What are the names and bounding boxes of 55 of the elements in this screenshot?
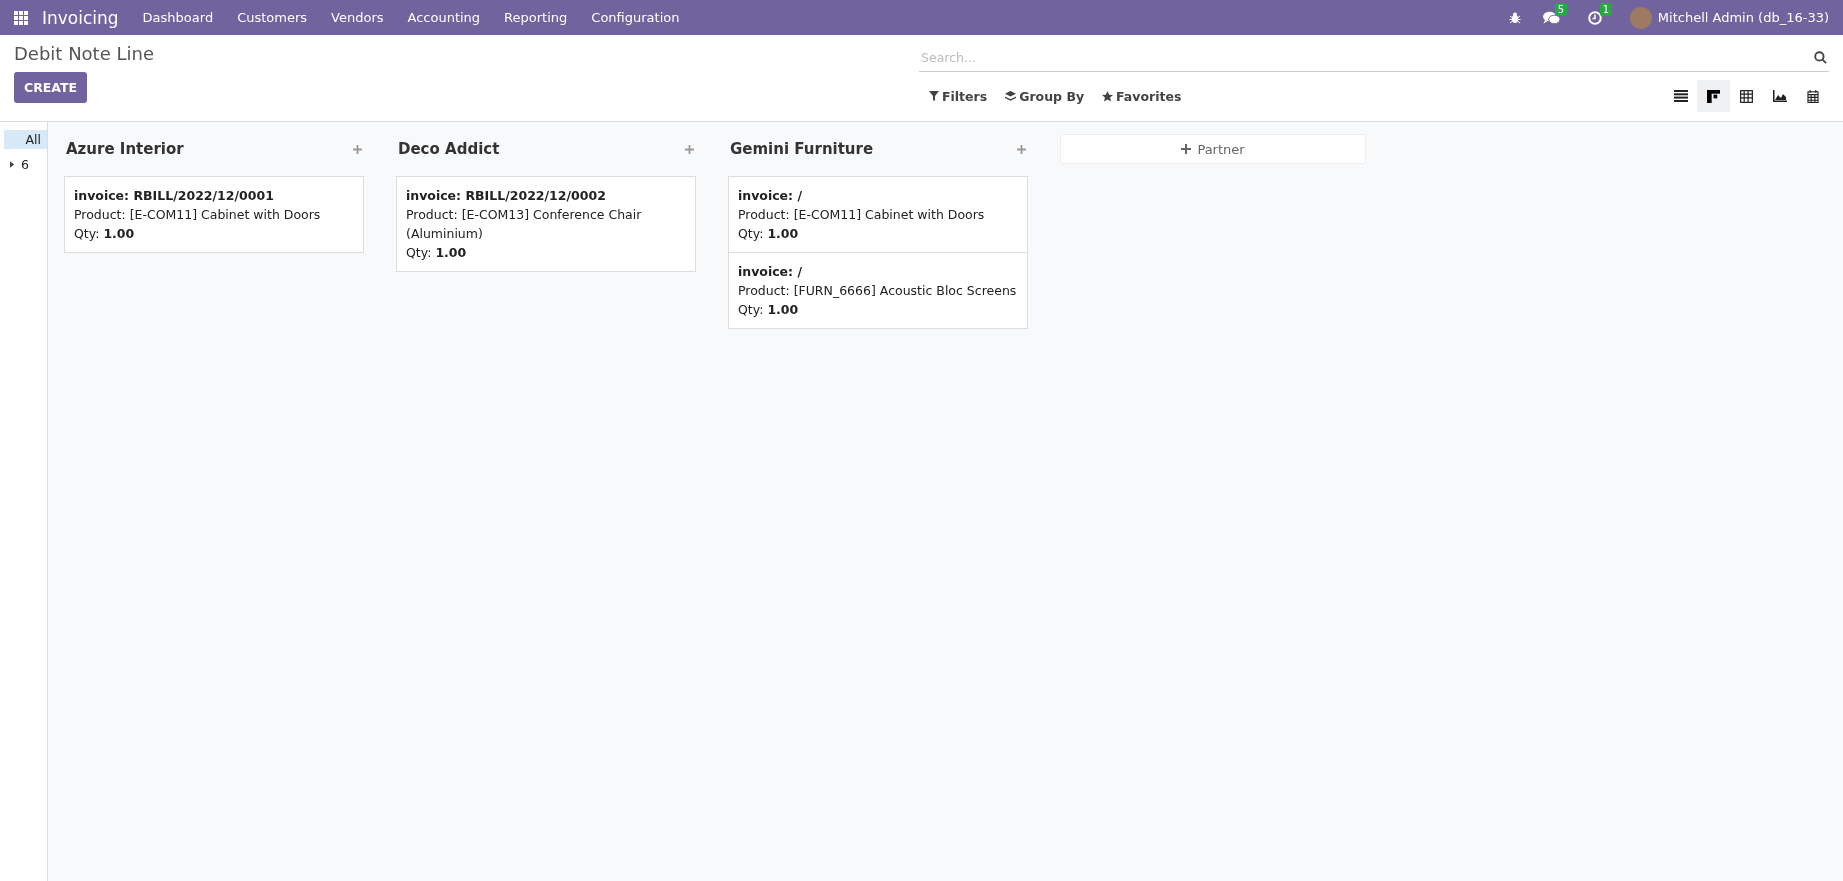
group-by-button[interactable]: Group By bbox=[1005, 88, 1085, 104]
product-label: Product: [E-COM13] Conference Chair (Aluminium) bbox=[406, 206, 643, 243]
bug-icon[interactable] bbox=[1508, 11, 1521, 24]
filter-item[interactable]: All bbox=[4, 130, 47, 149]
column-title: Gemini Furniture bbox=[730, 140, 874, 158]
invoice-label: invoice: / bbox=[738, 263, 803, 281]
apps-menu-icon[interactable] bbox=[14, 10, 28, 25]
menu-item[interactable]: Dashboard bbox=[142, 10, 214, 25]
add-plus-icon[interactable] bbox=[353, 144, 362, 154]
filter-item[interactable]: 6 bbox=[6, 155, 47, 174]
product-label: Product: [E-COM11] Cabinet with Doors bbox=[738, 206, 986, 224]
create-button[interactable]: CREATE bbox=[14, 72, 88, 103]
add-plus-icon[interactable] bbox=[1017, 144, 1026, 154]
kanban-view-button[interactable] bbox=[1697, 80, 1730, 112]
invoice-label: invoice: RBILL/2022/12/0002 bbox=[406, 187, 607, 205]
column-title: Azure Interior bbox=[66, 140, 184, 158]
product-label: Product: [E-COM11] Cabinet with Doors bbox=[74, 206, 322, 224]
kanban-card[interactable]: invoice: RBILL/2022/12/0001 Product: [E-COM11] Cabinet with Doors Qty: 1.00 bbox=[64, 176, 364, 253]
caret-icon[interactable] bbox=[10, 161, 15, 168]
invoice-label: invoice: RBILL/2022/12/0001 bbox=[74, 187, 275, 205]
kanban-icon bbox=[1707, 89, 1720, 103]
column-title: Deco Addict bbox=[398, 140, 500, 158]
plus-icon bbox=[1181, 144, 1192, 154]
add-column-button[interactable]: Partner bbox=[1060, 134, 1366, 164]
quantity-label: Qty: 1.00 bbox=[406, 244, 468, 262]
menu-item[interactable]: Vendors bbox=[331, 10, 384, 25]
invoice-label: invoice: / bbox=[738, 187, 803, 205]
layers-icon bbox=[1005, 90, 1017, 102]
kanban-card[interactable]: invoice: / Product: [FURN_6666] Acoustic Bloc Screens Qty: 1.00 bbox=[728, 252, 1028, 329]
kanban-card[interactable]: invoice: RBILL/2022/12/0002 Product: [E-COM13] Conference Chair (Aluminium) Qty: 1.00 bbox=[396, 176, 696, 272]
page-title: Debit Note Line bbox=[14, 43, 154, 64]
quantity-label: Qty: 1.00 bbox=[74, 225, 136, 243]
menu-item[interactable]: Configuration bbox=[591, 10, 680, 25]
menu-item[interactable]: Customers bbox=[237, 10, 308, 25]
funnel-icon bbox=[929, 91, 939, 101]
filters-button[interactable]: Filters bbox=[929, 88, 988, 104]
favorites-button[interactable]: Favorites bbox=[1102, 88, 1182, 104]
area-chart-icon bbox=[1772, 90, 1787, 102]
quantity-label: Qty: 1.00 bbox=[738, 225, 800, 243]
clock-icon[interactable] bbox=[1587, 10, 1602, 25]
product-label: Product: [FURN_6666] Acoustic Bloc Screens bbox=[738, 282, 1018, 300]
quantity-label: Qty: 1.00 bbox=[738, 301, 800, 319]
app-name[interactable]: Invoicing bbox=[42, 7, 119, 28]
activity-count-badge: 1 bbox=[1599, 2, 1613, 16]
user-name[interactable]: Mitchell Admin (db_16-33) bbox=[1657, 10, 1829, 25]
calendar-icon bbox=[1806, 89, 1819, 103]
star-icon bbox=[1102, 90, 1114, 102]
table-grid-icon bbox=[1740, 89, 1753, 103]
list-icon bbox=[1673, 90, 1688, 102]
menu-item[interactable]: Reporting bbox=[504, 10, 568, 25]
menu-item[interactable]: Accounting bbox=[407, 10, 481, 25]
search-icon[interactable] bbox=[1814, 50, 1827, 64]
message-count-badge: 5 bbox=[1554, 2, 1568, 16]
add-plus-icon[interactable] bbox=[685, 144, 694, 154]
kanban-card[interactable]: invoice: / Product: [E-COM11] Cabinet with Doors Qty: 1.00 bbox=[728, 176, 1028, 253]
